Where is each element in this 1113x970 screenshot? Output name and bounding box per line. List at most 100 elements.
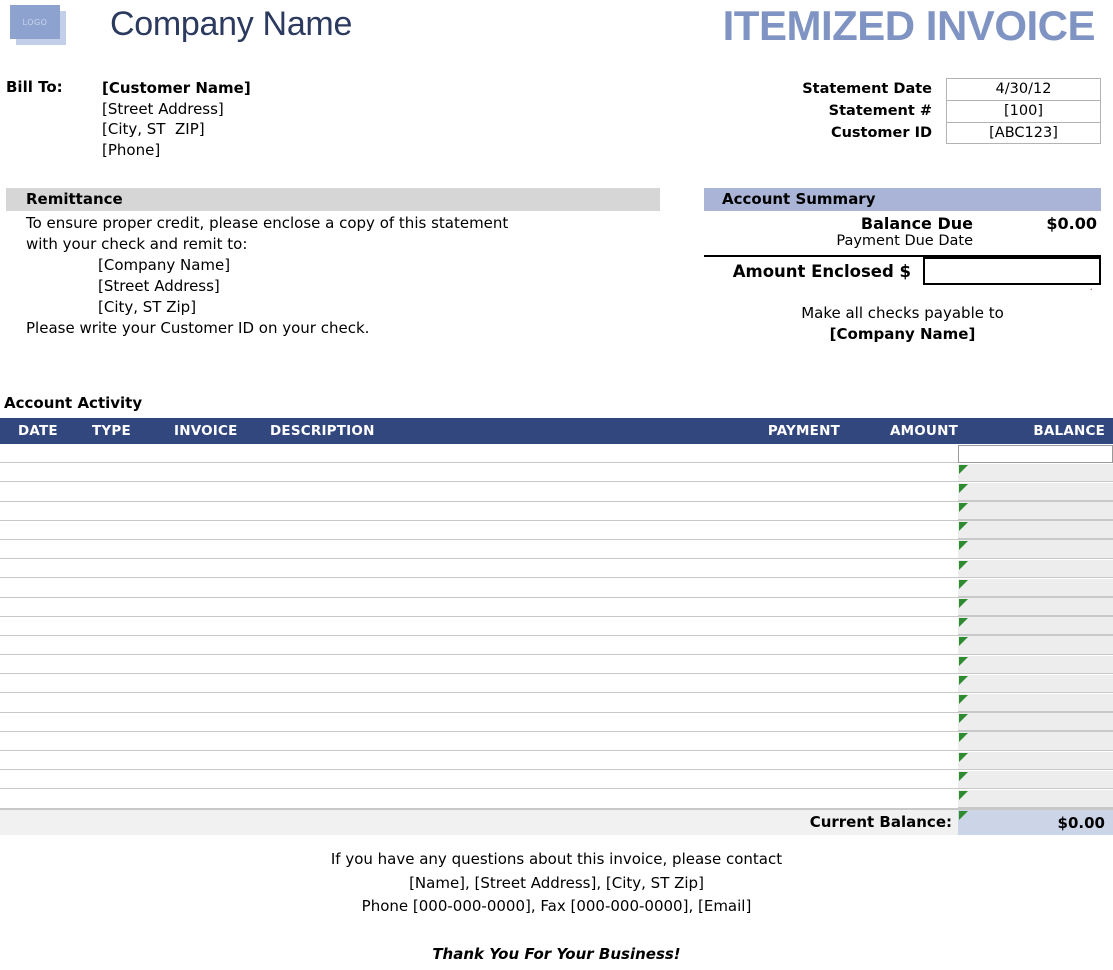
cell-balance[interactable] xyxy=(958,578,1113,597)
column-header-payment: PAYMENT xyxy=(767,423,840,439)
balance-flag-triangle-icon xyxy=(959,599,968,608)
table-row[interactable] xyxy=(0,751,1113,771)
balance-flag-triangle-icon xyxy=(959,560,968,570)
amount-enclosed-row: Amount Enclosed $ xyxy=(704,255,1101,285)
table-row[interactable] xyxy=(0,597,1113,617)
balance-due-label: Balance Due xyxy=(860,214,973,233)
footer-line-3: Phone [000-000-0000], Fax [000-000-0000]… xyxy=(361,897,752,915)
column-header-balance: BALANCE xyxy=(1033,423,1105,439)
bill-to-phone: [Phone] xyxy=(102,140,161,159)
statement-date-label: Statement Date xyxy=(802,81,932,97)
table-row[interactable] xyxy=(0,501,1113,521)
statement-date-row: Statement Date 4/30/12 xyxy=(786,78,1101,100)
company-name: Company Name xyxy=(110,5,353,43)
amount-enclosed-input[interactable] xyxy=(923,257,1101,285)
statement-meta-table: Statement Date 4/30/12 Statement # [100]… xyxy=(786,78,1101,144)
table-row[interactable] xyxy=(0,770,1113,790)
cell-balance[interactable] xyxy=(958,482,1113,502)
cell-balance[interactable] xyxy=(958,598,1113,617)
balance-flag-triangle-icon xyxy=(959,752,968,762)
customer-id-value[interactable]: [ABC123] xyxy=(946,122,1101,144)
remittance-line-2: with your check and remit to: xyxy=(26,235,248,253)
cell-balance[interactable] xyxy=(958,713,1113,732)
cell-balance[interactable] xyxy=(958,502,1113,521)
column-header-date: DATE xyxy=(18,423,58,439)
table-row[interactable] xyxy=(0,789,1113,809)
table-row[interactable] xyxy=(0,712,1113,732)
balance-flag-triangle-icon xyxy=(959,541,968,551)
remittance-note: Please write your Customer ID on your ch… xyxy=(26,319,370,337)
cell-balance[interactable] xyxy=(958,693,1113,713)
column-header-invoice: INVOICE xyxy=(174,423,238,439)
table-row[interactable] xyxy=(0,674,1113,694)
bill-to-label: Bill To: xyxy=(6,78,63,96)
cell-balance[interactable] xyxy=(958,540,1113,559)
account-summary-section: Account Summary Balance Due $0.00 Paymen… xyxy=(704,188,1101,345)
cell-balance[interactable] xyxy=(958,463,1113,482)
summary-marker-dot: · xyxy=(1089,283,1094,296)
table-row[interactable] xyxy=(0,635,1113,656)
customer-id-row: Customer ID [ABC123] xyxy=(786,122,1101,144)
cell-balance[interactable] xyxy=(958,655,1113,674)
account-activity-body xyxy=(0,444,1113,809)
bill-to-customer-name: [Customer Name] xyxy=(102,79,251,97)
table-row[interactable] xyxy=(0,559,1113,579)
table-row[interactable] xyxy=(0,693,1113,713)
current-balance-label: Current Balance: xyxy=(809,813,952,832)
table-row[interactable] xyxy=(0,616,1113,636)
page-header: LOGO Company Name ITEMIZED INVOICE xyxy=(0,0,1113,62)
cell-balance[interactable] xyxy=(958,770,1113,789)
remittance-line-1: To ensure proper credit, please enclose … xyxy=(26,214,509,232)
balance-flag-triangle-icon xyxy=(959,675,968,685)
company-logo: LOGO xyxy=(10,5,68,45)
remittance-street: [Street Address] xyxy=(98,277,220,295)
account-activity-header-row: DATE TYPE INVOICE DESCRIPTION PAYMENT AM… xyxy=(0,418,1113,444)
remittance-section: Remittance To ensure proper credit, plea… xyxy=(6,188,660,339)
balance-flag-triangle-icon xyxy=(959,790,968,800)
statement-number-value[interactable]: [100] xyxy=(946,100,1101,122)
balance-flag-triangle-icon xyxy=(959,579,968,589)
amount-enclosed-label: Amount Enclosed $ xyxy=(732,261,911,281)
balance-flag-triangle-icon xyxy=(959,771,968,781)
table-row[interactable] xyxy=(0,520,1113,540)
payable-company-name: [Company Name] xyxy=(829,325,976,343)
balance-flag-triangle-icon xyxy=(959,483,968,493)
balance-flag-triangle-icon xyxy=(959,694,968,704)
make-checks-payable-block: Make all checks payable to [Company Name… xyxy=(704,297,1101,345)
table-row[interactable] xyxy=(0,482,1113,502)
account-activity-title: Account Activity xyxy=(4,394,143,412)
account-activity-table: DATE TYPE INVOICE DESCRIPTION PAYMENT AM… xyxy=(0,418,1113,835)
statement-number-label: Statement # xyxy=(828,103,932,119)
cell-balance[interactable] xyxy=(958,444,1113,463)
bill-to-street: [Street Address] xyxy=(102,99,224,118)
cell-balance[interactable] xyxy=(958,617,1113,636)
table-row[interactable] xyxy=(0,539,1113,560)
account-summary-heading: Account Summary xyxy=(704,188,1101,211)
balance-flag-triangle-icon xyxy=(959,656,968,666)
table-row[interactable] xyxy=(0,578,1113,598)
table-row[interactable] xyxy=(0,463,1113,483)
remittance-city: [City, ST Zip] xyxy=(98,298,197,316)
column-header-type: TYPE xyxy=(92,423,131,439)
table-row[interactable] xyxy=(0,731,1113,751)
cell-balance[interactable] xyxy=(958,674,1113,693)
customer-id-label: Customer ID xyxy=(830,125,932,141)
bill-to-address: [Customer Name] [Street Address] [City, … xyxy=(102,78,251,160)
remittance-heading: Remittance xyxy=(6,188,660,211)
statement-number-row: Statement # [100] xyxy=(786,100,1101,122)
cell-balance[interactable] xyxy=(958,559,1113,578)
cell-balance[interactable] xyxy=(958,521,1113,540)
footer-line-2: [Name], [Street Address], [City, ST Zip] xyxy=(409,873,704,892)
balance-flag-triangle-icon xyxy=(959,618,968,628)
cell-balance[interactable] xyxy=(958,732,1113,751)
cell-balance[interactable] xyxy=(958,789,1113,809)
balance-flag-triangle-icon xyxy=(959,714,968,724)
statement-date-value[interactable]: 4/30/12 xyxy=(946,78,1101,100)
payment-due-date-label: Payment Due Date xyxy=(836,233,973,249)
table-row[interactable] xyxy=(0,655,1113,675)
table-row[interactable] xyxy=(0,444,1113,464)
balance-flag-triangle-icon xyxy=(959,733,968,743)
cell-balance[interactable] xyxy=(958,751,1113,770)
logo-label: LOGO xyxy=(22,17,48,27)
cell-balance[interactable] xyxy=(958,636,1113,655)
